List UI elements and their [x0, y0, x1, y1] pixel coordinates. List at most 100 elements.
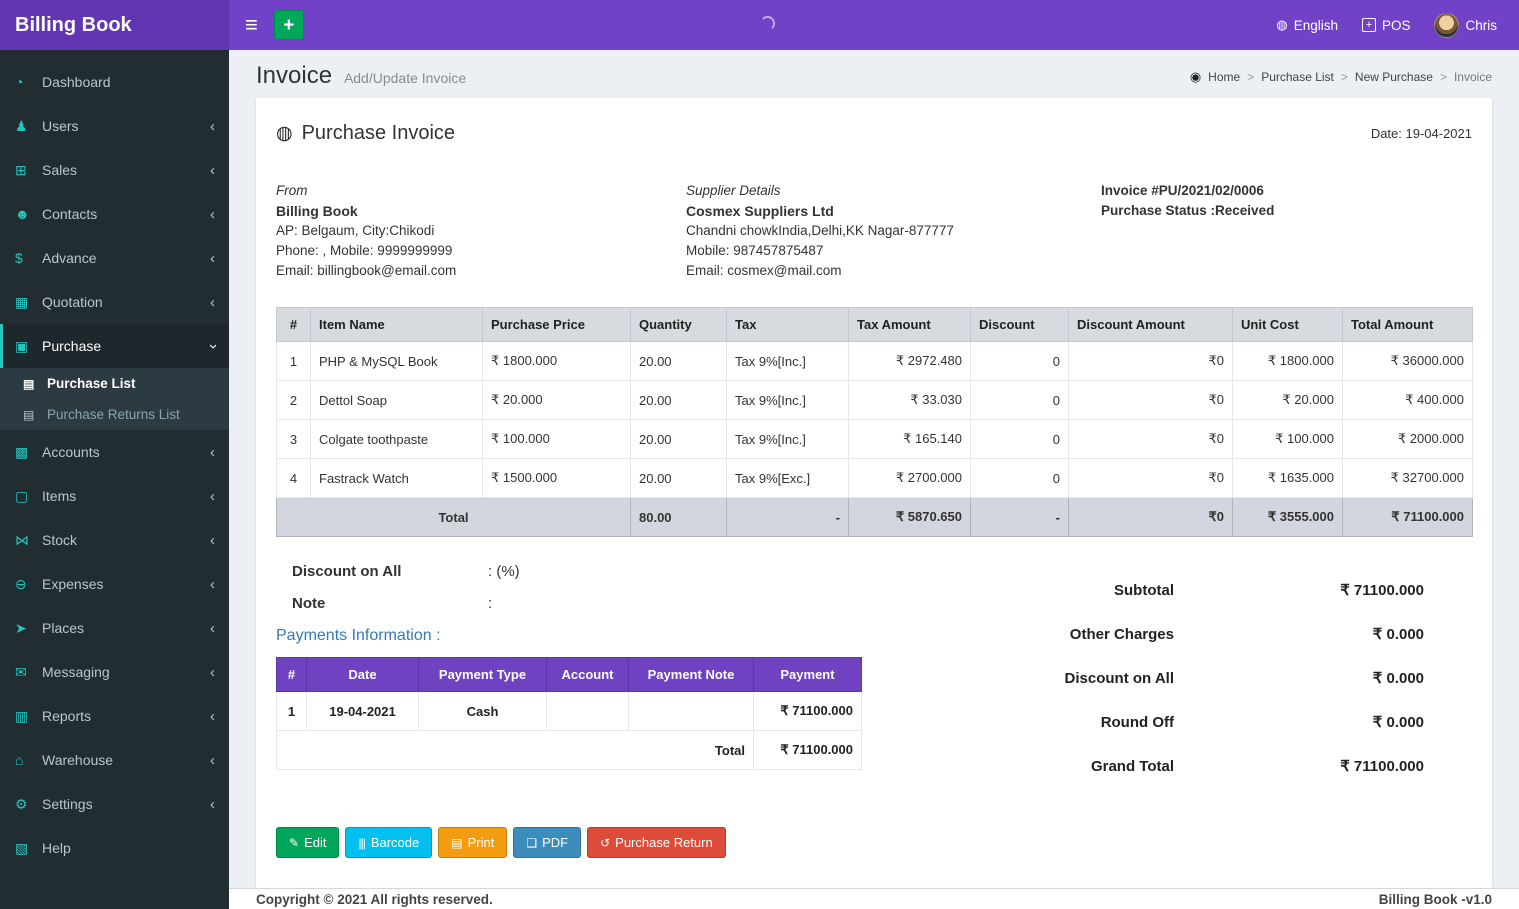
barcode-button[interactable]: ||| Barcode: [345, 827, 433, 858]
summary-label: Discount on All: [1064, 669, 1174, 687]
button-label: Print: [467, 835, 495, 850]
sidebar-item-label: Places: [42, 620, 85, 636]
user-menu[interactable]: Chris: [1434, 12, 1497, 38]
summary-label: Subtotal: [1114, 581, 1174, 599]
sidebar-item-purchase-returns-list[interactable]: ▤ Purchase Returns List: [0, 399, 229, 430]
sidebar-item-quotation[interactable]: ▦ Quotation ‹: [0, 280, 229, 324]
chevron-left-icon: ‹: [210, 575, 215, 593]
sidebar-item-help[interactable]: ▧ Help: [0, 826, 229, 870]
note-label: Note: [292, 595, 326, 612]
sidebar-item-purchase[interactable]: ▣ Purchase ‹: [0, 324, 229, 368]
supplier-address: Chandni chowkIndia,Delhi,KK Nagar-877777: [686, 223, 954, 238]
items-cell: 3: [276, 419, 311, 459]
sidebar-item-label: Messaging: [42, 664, 110, 680]
pos-button[interactable]: + POS: [1361, 17, 1411, 33]
edit-button[interactable]: ✎ Edit: [276, 827, 340, 858]
sidebar-menu: ◔ Dashboard ♟ Users ‹ ⊞ Sales ‹ ☻ Contacts ‹ $ Advan…: [0, 60, 229, 870]
note-value: :: [488, 595, 493, 612]
user-plus-icon: ♟: [15, 117, 28, 134]
pos-label: POS: [1381, 17, 1411, 33]
sidebar-item-settings[interactable]: ⚙ Settings ‹: [0, 782, 229, 826]
language-selector[interactable]: ◍ English: [1276, 17, 1338, 33]
items-cell: ₹ 36000.000: [1342, 341, 1473, 381]
discount-note-block: Discount on All : (%) Note :: [276, 563, 872, 612]
from-title: From: [276, 183, 308, 198]
items-cell: 4: [276, 458, 311, 498]
chevron-left-icon: ‹: [210, 707, 215, 725]
sidebar-item-stock[interactable]: ⋈ Stock ‹: [0, 518, 229, 562]
items-cell: ₹ 165.140: [848, 419, 971, 459]
payments-row: 1 19-04-2021 Cash ₹ 71100.000: [276, 691, 862, 731]
items-total-cell: ₹ 3555.000: [1232, 497, 1343, 537]
sidebar-item-label: Dashboard: [42, 74, 111, 90]
items-cell: ₹ 33.030: [848, 380, 971, 420]
sidebar-item-purchase-list[interactable]: ▤ Purchase List: [0, 368, 229, 399]
sidebar-item-dashboard[interactable]: ◔ Dashboard: [0, 60, 229, 104]
add-new-button[interactable]: +: [273, 10, 304, 40]
breadcrumb: ◉ Home > Purchase List > New Purchase > Invoice: [1190, 69, 1492, 90]
sidebar-item-expenses[interactable]: ⊖ Expenses ‹: [0, 562, 229, 606]
sidebar-item-label: Purchase: [42, 338, 102, 354]
supplier-title: Supplier Details: [686, 183, 781, 198]
button-label: Barcode: [370, 835, 420, 850]
payments-header-num: #: [276, 657, 307, 692]
below-section: Discount on All : (%) Note : Payments In…: [276, 563, 1472, 801]
purchase-return-button[interactable]: ↺ Purchase Return: [587, 827, 726, 858]
items-header-tax-amount: Tax Amount: [848, 307, 971, 342]
items-cell: Dettol Soap: [310, 380, 483, 420]
chevron-left-icon: ‹: [210, 663, 215, 681]
items-cell: ₹ 20.000: [1232, 380, 1343, 420]
breadcrumb-item-purchase-list[interactable]: Purchase List: [1261, 70, 1334, 84]
supplier-email: Email: cosmex@mail.com: [686, 263, 842, 278]
invoice-date: Date: 19-04-2021: [1370, 126, 1472, 141]
items-cell: 20.00: [630, 341, 727, 381]
payments-cell: Cash: [418, 691, 547, 731]
chevron-left-icon: ‹: [210, 443, 215, 461]
items-cell: ₹ 1500.000: [482, 458, 631, 498]
edit-icon: ✎: [289, 835, 299, 850]
sidebar-item-advance[interactable]: $ Advance ‹: [0, 236, 229, 280]
sidebar-item-items[interactable]: ▢ Items ‹: [0, 474, 229, 518]
items-cell: ₹ 2000.000: [1342, 419, 1473, 459]
items-header-item-name: Item Name: [310, 307, 483, 342]
from-address: AP: Belgaum, City:Chikodi: [276, 223, 435, 238]
from-name: Billing Book: [276, 203, 358, 219]
items-cell: ₹ 400.000: [1342, 380, 1473, 420]
sidebar-toggle[interactable]: ≡: [229, 0, 274, 50]
from-phone: Phone: , Mobile: 9999999999: [276, 243, 453, 258]
items-header-tax: Tax: [726, 307, 849, 342]
print-button[interactable]: ▤ Print: [438, 827, 508, 858]
summary-value: ₹ 0.000: [1372, 714, 1424, 731]
below-left: Discount on All : (%) Note : Payments In…: [276, 563, 872, 801]
bar-chart-icon: ▥: [15, 707, 29, 724]
sidebar-item-users[interactable]: ♟ Users ‹: [0, 104, 229, 148]
sidebar-item-reports[interactable]: ▥ Reports ‹: [0, 694, 229, 738]
items-cell: ₹ 32700.000: [1342, 458, 1473, 498]
pdf-button[interactable]: ❏ PDF: [513, 827, 582, 858]
items-cell: Colgate toothpaste: [310, 419, 483, 459]
breadcrumb-item-new-purchase[interactable]: New Purchase: [1355, 70, 1433, 84]
sidebar-item-messaging[interactable]: ✉ Messaging ‹: [0, 650, 229, 694]
sidebar-item-sales[interactable]: ⊞ Sales ‹: [0, 148, 229, 192]
sidebar-item-warehouse[interactable]: ⌂ Warehouse ‹: [0, 738, 229, 782]
sidebar-item-label: Reports: [42, 708, 92, 724]
items-cell: 0: [970, 341, 1069, 381]
chevron-left-icon: ‹: [210, 751, 215, 769]
sidebar-item-label: Sales: [42, 162, 78, 178]
items-header-unit-cost: Unit Cost: [1232, 307, 1343, 342]
sidebar-item-contacts[interactable]: ☻ Contacts ‹: [0, 192, 229, 236]
items-header-quantity: Quantity: [630, 307, 727, 342]
sidebar-item-places[interactable]: ➤ Places ‹: [0, 606, 229, 650]
items-cell: 0: [970, 458, 1069, 498]
globe-icon: ◍: [276, 123, 293, 144]
items-cell: Fastrack Watch: [310, 458, 483, 498]
items-cell: Tax 9%[Inc.]: [726, 341, 849, 381]
dollar-icon: $: [15, 250, 23, 266]
payments-total-row: Total ₹ 71100.000: [276, 730, 862, 770]
sidebar-item-accounts[interactable]: ▩ Accounts ‹: [0, 430, 229, 474]
sidebar-item-label: Quotation: [42, 294, 103, 310]
app-logo[interactable]: Billing Book: [0, 0, 229, 50]
print-icon: ▤: [451, 835, 462, 850]
items-total-cell: ₹ 71100.000: [1342, 497, 1473, 537]
breadcrumb-item-home[interactable]: Home: [1208, 70, 1240, 84]
